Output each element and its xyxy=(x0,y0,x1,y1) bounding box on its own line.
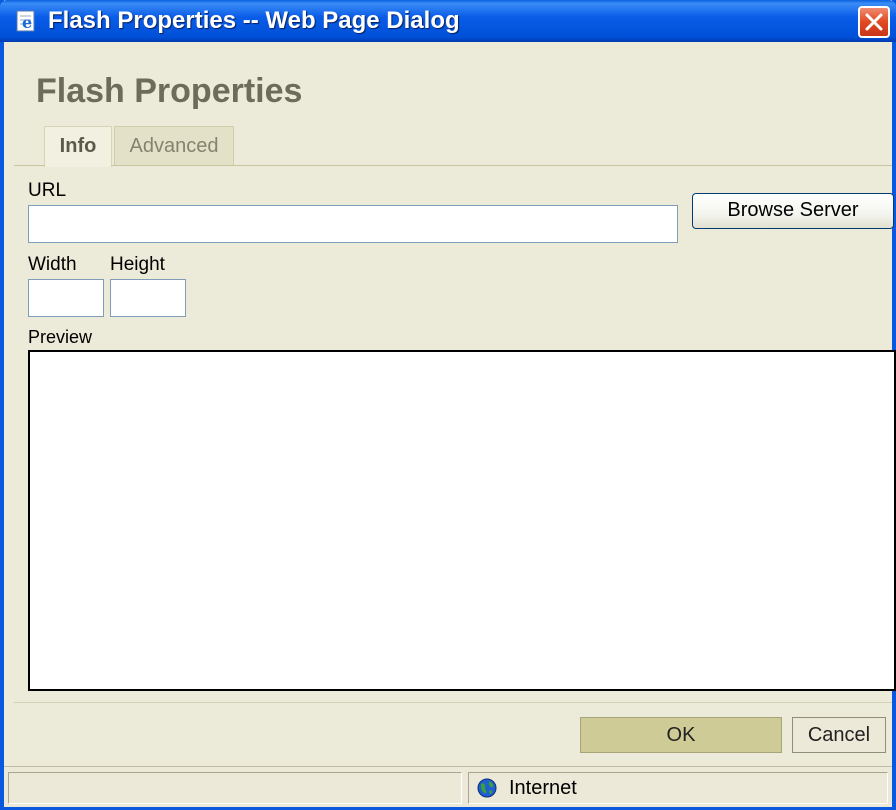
height-input[interactable] xyxy=(110,279,186,317)
status-bar: Internet xyxy=(4,766,892,807)
url-input[interactable] xyxy=(28,205,678,243)
window-title: Flash Properties -- Web Page Dialog xyxy=(48,7,460,34)
cancel-button[interactable]: Cancel xyxy=(792,717,886,753)
height-label: Height xyxy=(110,254,165,275)
browse-server-button[interactable]: Browse Server xyxy=(692,193,894,229)
zone-label: Internet xyxy=(509,777,577,799)
footer-divider xyxy=(14,702,892,703)
dialog-heading: Flash Properties xyxy=(36,72,303,110)
dialog-window: e Flash Properties -- Web Page Dialog Fl… xyxy=(0,0,896,810)
tab-advanced[interactable]: Advanced xyxy=(114,126,234,166)
width-label: Width xyxy=(28,254,77,275)
tab-info[interactable]: Info xyxy=(44,126,112,167)
globe-icon xyxy=(477,778,497,798)
svg-text:e: e xyxy=(22,13,32,32)
tab-divider xyxy=(14,165,892,166)
security-zone-pane: Internet xyxy=(468,772,888,804)
ok-button[interactable]: OK xyxy=(580,717,782,753)
title-bar[interactable]: e Flash Properties -- Web Page Dialog xyxy=(0,0,896,42)
url-label: URL xyxy=(28,180,67,201)
status-pane xyxy=(8,772,462,804)
close-icon xyxy=(865,13,883,31)
ie-page-icon: e xyxy=(14,9,38,33)
preview-area xyxy=(28,350,896,691)
preview-label: Preview xyxy=(28,327,93,347)
width-input[interactable] xyxy=(28,279,104,317)
close-button[interactable] xyxy=(858,6,890,38)
